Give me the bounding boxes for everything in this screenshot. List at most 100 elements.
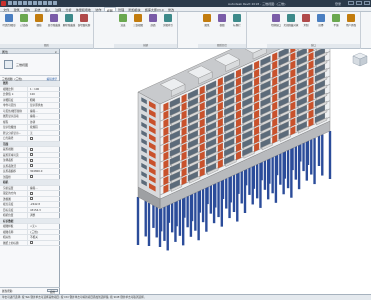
property-value[interactable]: 不相关 — [27, 235, 60, 240]
app-logo-icon[interactable] — [1, 1, 6, 6]
property-checkbox[interactable] — [30, 147, 33, 151]
property-value[interactable]: 显示原状态 — [27, 103, 60, 108]
property-label: 锁定的方向 — [3, 192, 16, 195]
property-label: 图形显示选项 — [3, 115, 19, 118]
ribbon-button[interactable]: 详图索引 — [161, 14, 175, 27]
property-label: 相关性 — [3, 236, 11, 239]
property-value[interactable] — [27, 163, 60, 168]
ribbon-tab[interactable]: 结构 — [22, 7, 32, 12]
foundation-pile — [136, 197, 140, 245]
tag-icon[interactable] — [43, 1, 47, 5]
ribbon-button[interactable]: 删除隐藏线 — [62, 14, 76, 27]
ribbon-button[interactable]: 剖面 — [146, 14, 160, 27]
ribbon-button[interactable]: 渲染 — [116, 14, 130, 27]
property-checkbox[interactable] — [30, 153, 33, 156]
ribbon-tab[interactable]: 族库大师V3.0 — [143, 7, 166, 12]
ribbon-tab[interactable]: 体量和场地 — [74, 7, 93, 12]
ribbon-tab[interactable]: 分析 — [63, 7, 73, 12]
ribbon-tab[interactable]: 插入 — [43, 7, 53, 12]
ribbon-button[interactable]: 可见性/图形 — [2, 14, 16, 27]
property-value[interactable] — [27, 196, 60, 201]
open-icon[interactable] — [8, 1, 12, 5]
close-button[interactable] — [364, 1, 370, 5]
ribbon-button[interactable]: 剖切面轮廓 — [77, 14, 91, 27]
property-value[interactable]: 100 — [27, 92, 60, 97]
property-value[interactable]: 粗略 — [27, 97, 60, 102]
ribbon-button[interactable]: 细线 — [32, 14, 46, 27]
undo-icon[interactable] — [23, 1, 27, 5]
property-value[interactable] — [27, 240, 60, 245]
property-value[interactable]: 编辑... — [27, 114, 60, 119]
property-value[interactable] — [27, 174, 60, 179]
property-value[interactable]: <无> — [27, 224, 60, 229]
properties-table: 图形 视图比例 1 : 100 比例值 1: 100 详细程度 粗略 零件可见性 显示原状态 可见… — [0, 81, 60, 246]
ribbon-button-icon — [80, 14, 88, 22]
ribbon-button[interactable]: 层叠 — [314, 14, 328, 27]
ribbon-button[interactable]: 用户界面 — [344, 14, 358, 27]
property-checkbox[interactable] — [30, 197, 33, 200]
property-value[interactable]: 无 — [27, 130, 60, 135]
ribbon-button[interactable]: 过滤器 — [17, 14, 31, 27]
print-icon[interactable] — [33, 1, 37, 5]
ribbon-button-icon — [5, 14, 13, 22]
viewcube-icon[interactable] — [351, 51, 369, 69]
property-label: 比例值 1: — [3, 93, 15, 96]
property-checkbox[interactable] — [30, 191, 33, 195]
property-value[interactable]: 协调 — [27, 119, 60, 124]
redo-icon[interactable] — [28, 1, 32, 5]
property-value[interactable]: 编辑... — [27, 185, 60, 190]
type-selector[interactable]: 三维视图 — [0, 54, 59, 76]
ribbon-button[interactable]: 视图 — [215, 14, 229, 27]
property-value[interactable] — [27, 158, 60, 163]
property-checkbox[interactable] — [30, 164, 33, 167]
ribbon-tab[interactable]: 注释 — [53, 7, 63, 12]
save-icon[interactable] — [13, 1, 17, 5]
ribbon-tab[interactable]: 系统 — [32, 7, 42, 12]
3d-view-icon[interactable] — [48, 1, 52, 5]
ribbon-tab[interactable]: 视图 — [103, 7, 116, 13]
property-value[interactable] — [27, 147, 60, 152]
property-value[interactable]: 按规程 — [27, 125, 60, 130]
sign-in-link[interactable]: 登录 — [335, 2, 341, 6]
3d-viewport[interactable] — [60, 49, 371, 294]
ribbon-button[interactable]: 三维视图 — [131, 14, 145, 27]
property-value[interactable]: 1 : 100 — [27, 86, 60, 91]
property-value[interactable]: 43154.3 — [27, 207, 60, 212]
maximize-button[interactable] — [356, 1, 362, 5]
ribbon-button[interactable]: 关闭隐藏对象 — [284, 14, 299, 27]
building-model-render[interactable] — [60, 49, 371, 294]
ribbon-tab[interactable]: 协作 — [93, 7, 103, 12]
section-icon[interactable] — [53, 1, 57, 5]
property-value[interactable] — [27, 136, 60, 141]
measure-icon[interactable] — [38, 1, 42, 5]
property-value[interactable]: {三维} — [27, 229, 60, 234]
property-value[interactable]: 编辑... — [27, 108, 60, 113]
property-value[interactable]: 调整 — [27, 213, 60, 218]
ribbon-button[interactable]: 切换窗口 — [269, 14, 283, 27]
ribbon-tab[interactable]: 附加模块 — [126, 7, 142, 12]
property-label: 相机 — [3, 181, 9, 184]
property-checkbox[interactable] — [30, 241, 33, 244]
ribbon-button[interactable]: 标题栏 — [230, 14, 244, 27]
ribbon-tab[interactable]: 修改 — [166, 7, 176, 12]
apply-button[interactable]: 应用 — [46, 289, 58, 294]
property-value[interactable]: -2642.8 — [27, 202, 60, 207]
ribbon-tab[interactable]: 文件 — [1, 7, 11, 12]
property-checkbox[interactable] — [30, 175, 33, 178]
property-checkbox[interactable] — [30, 136, 33, 140]
ribbon-button[interactable]: 复制 — [299, 14, 313, 27]
ribbon-button[interactable]: 平铺 — [329, 14, 343, 27]
property-value[interactable] — [27, 191, 60, 196]
property-value[interactable] — [27, 152, 60, 157]
ribbon-button[interactable]: 显示隐藏线 — [47, 14, 61, 27]
property-value[interactable]: 304800.0 — [27, 169, 60, 174]
minimize-button[interactable] — [348, 1, 354, 5]
ribbon-button[interactable]: 图纸 — [200, 14, 214, 27]
edit-type-button[interactable]: 编辑类型 — [47, 77, 57, 81]
ribbon-tab[interactable]: 管理 — [116, 7, 126, 12]
properties-help-link[interactable]: 属性帮助 — [2, 289, 12, 293]
property-checkbox[interactable] — [30, 158, 33, 162]
ribbon-tab[interactable]: 建筑 — [11, 7, 21, 12]
sync-icon[interactable] — [18, 1, 22, 5]
instance-selector[interactable]: 三维视图: {三维} — [2, 77, 23, 81]
